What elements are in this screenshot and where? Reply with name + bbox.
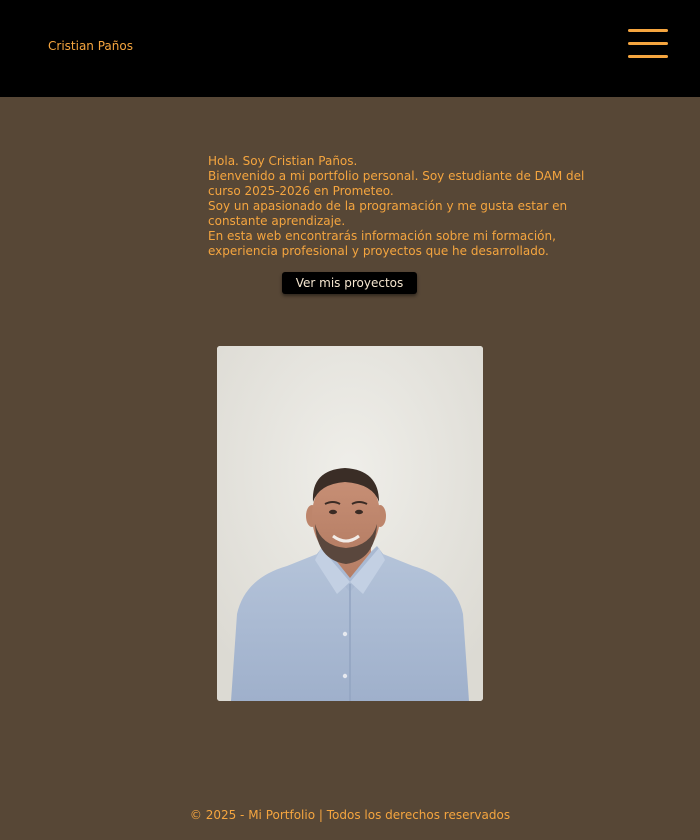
site-header: Cristian Paños (0, 0, 700, 97)
intro-text: Hola. Soy Cristian Paños. Bienvenido a m… (208, 154, 612, 259)
intro-greeting: Hola. Soy Cristian Paños. (208, 154, 358, 168)
intro-info: En esta web encontrarás información sobr… (208, 229, 556, 258)
menu-bar-top (628, 29, 668, 32)
footer-copyright: © 2025 - Mi Portfolio | Todos los derech… (189, 808, 511, 822)
intro-passion: Soy un apasionado de la programación y m… (208, 199, 568, 228)
intro-welcome: Bienvenido a mi portfolio personal. Soy … (208, 169, 585, 198)
menu-bar-bottom (628, 55, 668, 58)
profile-photo-illustration (217, 346, 483, 701)
view-projects-button[interactable]: Ver mis proyectos (282, 272, 417, 294)
brand-name[interactable]: Cristian Paños (48, 39, 133, 54)
menu-bar-middle (628, 42, 668, 45)
profile-photo (217, 346, 483, 701)
hamburger-menu-icon[interactable] (626, 27, 670, 61)
